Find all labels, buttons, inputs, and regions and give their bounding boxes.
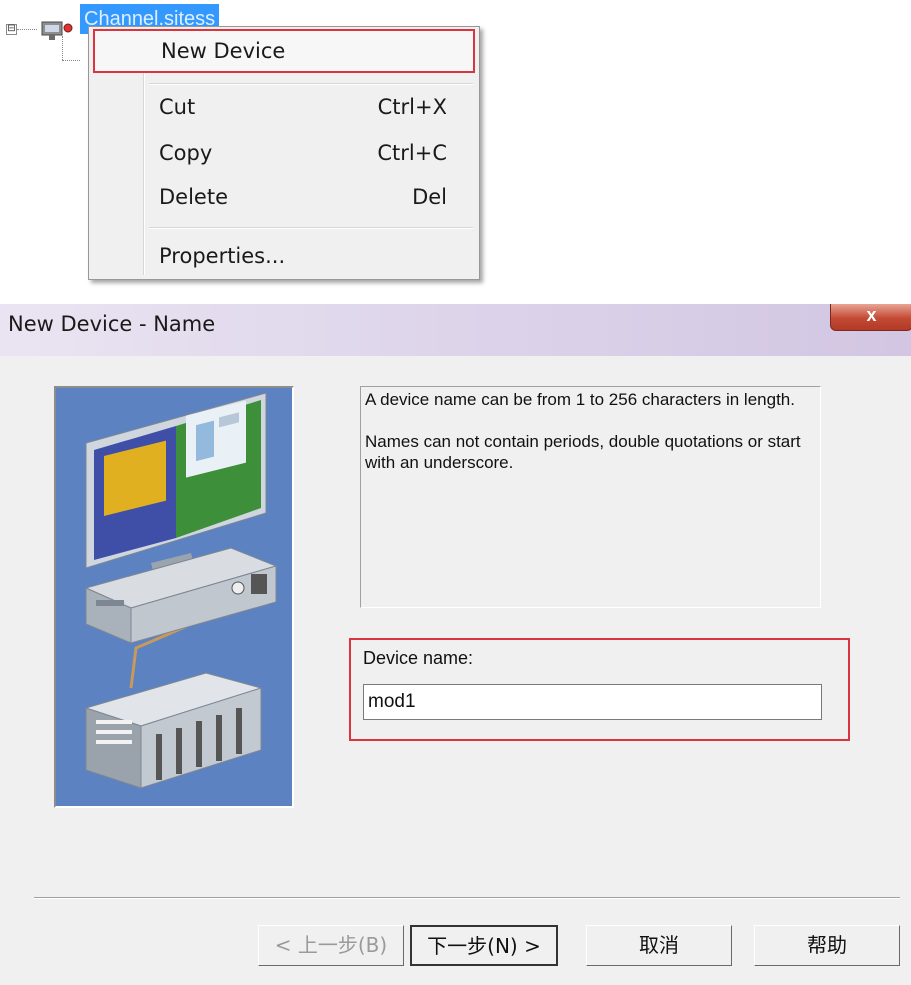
menu-separator: [149, 227, 473, 229]
close-button[interactable]: x: [830, 304, 911, 331]
menu-separator: [149, 83, 473, 85]
info-text-length: A device name can be from 1 to 256 chara…: [365, 390, 795, 409]
wizard-illustration: [54, 386, 294, 808]
dialog-titlebar[interactable]: New Device - Name x: [0, 304, 911, 356]
device-name-input[interactable]: [363, 684, 822, 720]
computer-plc-illustration: [84, 392, 278, 789]
channel-icon: [41, 21, 73, 40]
tree-connector: [62, 60, 80, 61]
menu-item-new-device[interactable]: New Device: [93, 29, 475, 73]
tree-connector: [17, 29, 37, 30]
info-panel: A device name can be from 1 to 256 chara…: [360, 386, 821, 608]
info-text-rules: Names can not contain periods, double qu…: [365, 432, 801, 472]
menu-item-cut[interactable]: Cut Ctrl+X: [93, 87, 475, 127]
menu-item-copy[interactable]: Copy Ctrl+C: [93, 133, 475, 173]
menu-item-label: New Device: [161, 39, 286, 63]
context-menu: New Device Cut Ctrl+X Copy Ctrl+C Delete…: [88, 26, 480, 280]
next-button[interactable]: 下一步(N) >: [410, 925, 558, 966]
back-button[interactable]: < 上一步(B): [258, 925, 404, 966]
device-name-group: Device name:: [349, 638, 850, 741]
menu-item-shortcut: Ctrl+C: [377, 141, 447, 165]
device-name-label: Device name:: [363, 648, 474, 668]
menu-item-properties[interactable]: Properties...: [93, 236, 475, 276]
button-divider: [34, 897, 900, 899]
cancel-button[interactable]: 取消: [586, 925, 732, 966]
dialog-title: New Device - Name: [8, 312, 216, 336]
menu-item-delete[interactable]: Delete Del: [93, 177, 475, 217]
help-button[interactable]: 帮助: [754, 925, 900, 966]
menu-item-label: Properties...: [159, 244, 286, 268]
menu-item-label: Delete: [159, 185, 228, 209]
menu-item-label: Cut: [159, 95, 196, 119]
menu-item-shortcut: Del: [412, 185, 447, 209]
tree-expander-icon[interactable]: ⊟: [6, 24, 17, 35]
menu-item-label: Copy: [159, 141, 213, 165]
menu-item-shortcut: Ctrl+X: [377, 95, 447, 119]
